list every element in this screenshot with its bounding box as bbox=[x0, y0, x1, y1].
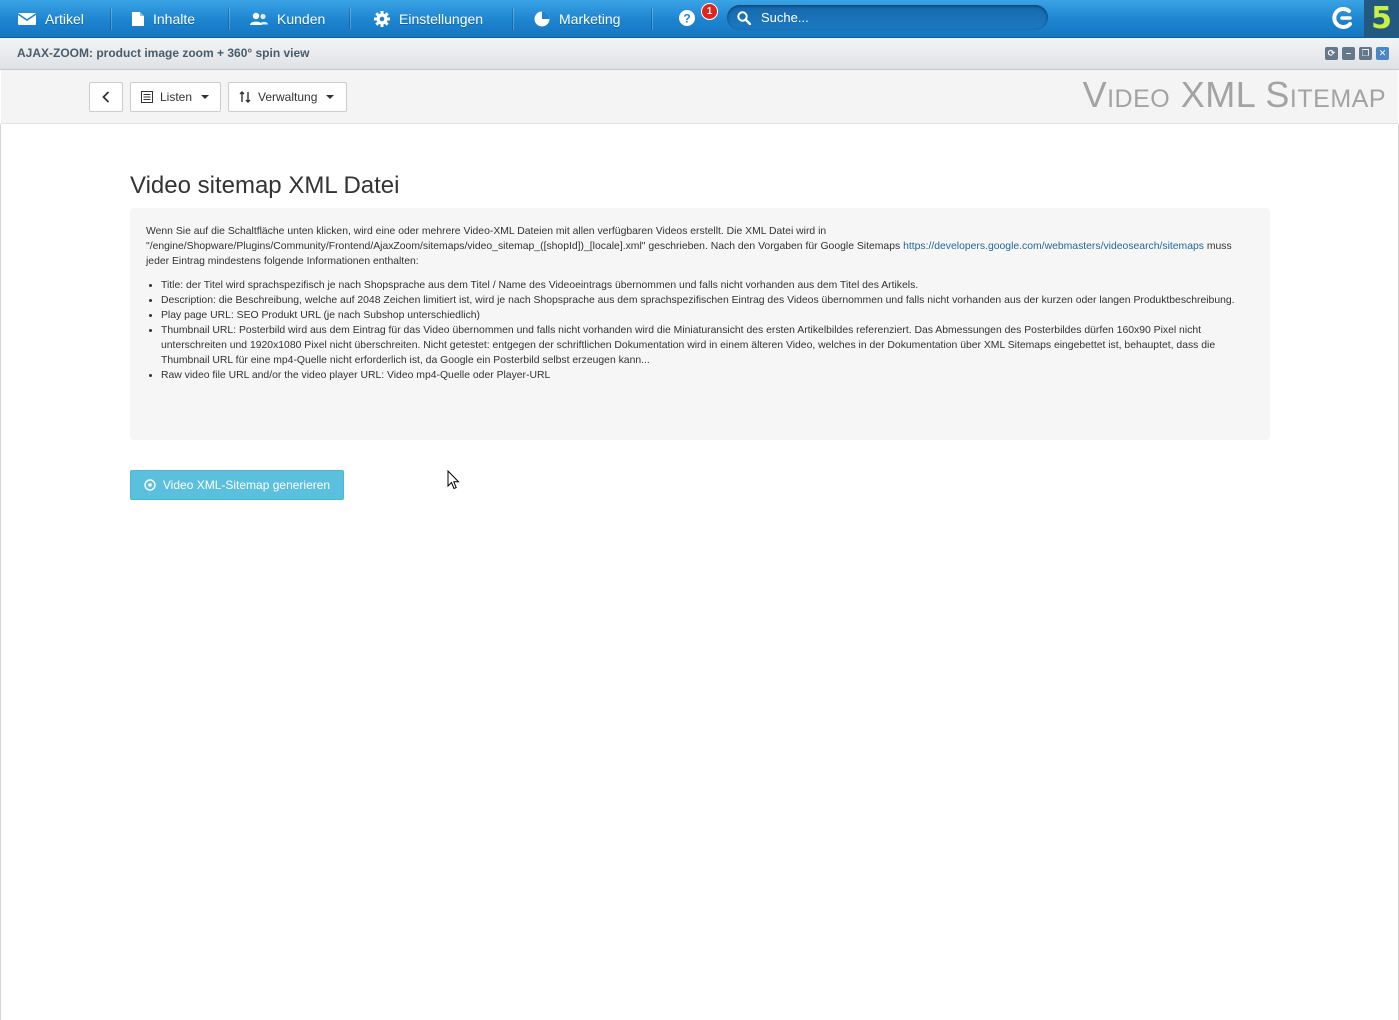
list-item: Thumbnail URL: Posterbild wird aus dem E… bbox=[161, 323, 1254, 368]
google-sitemaps-link[interactable]: https://developers.google.com/webmasters… bbox=[903, 241, 1204, 252]
nav-separator bbox=[228, 8, 229, 30]
generate-sitemap-button[interactable]: Video XML-Sitemap generieren bbox=[130, 470, 344, 500]
search-input[interactable] bbox=[759, 9, 1033, 26]
notification-badge[interactable]: 1 bbox=[701, 3, 718, 20]
nav-item-kunden[interactable]: Kunden bbox=[249, 0, 325, 37]
caret-down-icon bbox=[326, 95, 335, 99]
section-title: Video sitemap XML Datei bbox=[130, 172, 400, 199]
back-button[interactable] bbox=[89, 82, 123, 112]
users-icon bbox=[250, 12, 268, 25]
nav-item-label: Artikel bbox=[45, 10, 84, 27]
nav-item-einstellungen[interactable]: Einstellungen bbox=[373, 0, 483, 37]
management-label: Verwaltung bbox=[258, 90, 318, 104]
close-window-icon[interactable]: ✕ bbox=[1376, 47, 1389, 60]
requirements-list: Title: der Titel wird sprachspezifisch j… bbox=[146, 278, 1254, 383]
intro-paragraph: Wenn Sie auf die Schaltfläche unten klic… bbox=[146, 224, 1254, 269]
shopware-logo-icon bbox=[1332, 7, 1352, 29]
list-item: Raw video file URL and/or the video play… bbox=[161, 368, 1254, 383]
envelope-icon bbox=[17, 12, 37, 25]
caret-down-icon bbox=[201, 95, 210, 99]
nav-item-label: Marketing bbox=[559, 10, 621, 27]
svg-text:?: ? bbox=[683, 12, 690, 26]
nav-separator bbox=[651, 8, 652, 30]
help-icon[interactable]: ? bbox=[678, 9, 696, 27]
module-toolbar: Listen Verwaltung Video XML Sitemap bbox=[1, 70, 1398, 124]
info-panel: Wenn Sie auf die Schaltfläche unten klic… bbox=[130, 208, 1270, 440]
version-logo-icon: 5 bbox=[1364, 0, 1399, 37]
window-title-bar: AJAX-ZOOM: product image zoom + 360° spi… bbox=[0, 38, 1399, 70]
window-title: AJAX-ZOOM: product image zoom + 360° spi… bbox=[17, 46, 310, 60]
chevron-left-icon bbox=[102, 91, 110, 103]
nav-separator bbox=[512, 8, 513, 30]
nav-item-label: Inhalte bbox=[153, 10, 196, 27]
maximize-window-icon[interactable]: ❐ bbox=[1359, 47, 1372, 60]
pie-chart-icon bbox=[534, 11, 550, 26]
list-item: Title: der Titel wird sprachspezifisch j… bbox=[161, 278, 1254, 293]
lists-dropdown[interactable]: Listen bbox=[130, 82, 221, 112]
nav-item-marketing[interactable]: Marketing bbox=[533, 0, 620, 37]
sort-icon bbox=[239, 91, 251, 103]
nav-item-label: Kunden bbox=[277, 10, 326, 27]
document-icon bbox=[132, 11, 144, 26]
nav-separator bbox=[349, 8, 350, 30]
lists-label: Listen bbox=[160, 90, 193, 104]
nav-separator bbox=[110, 8, 111, 30]
list-item: Play page URL: SEO Produkt URL (je nach … bbox=[161, 308, 1254, 323]
minimize-window-icon[interactable]: – bbox=[1342, 47, 1355, 60]
nav-item-artikel[interactable]: Artikel bbox=[17, 0, 84, 37]
nav-item-inhalte[interactable]: Inhalte bbox=[131, 0, 195, 37]
list-icon bbox=[141, 91, 153, 103]
gear-icon bbox=[374, 10, 390, 27]
generate-sitemap-label: Video XML-Sitemap generieren bbox=[162, 478, 331, 492]
list-item: Description: die Beschreibung, welche au… bbox=[161, 293, 1254, 308]
top-navigation-bar: Artikel Inhalte Kunden Einstellungen Mar… bbox=[0, 0, 1399, 38]
management-dropdown[interactable]: Verwaltung bbox=[228, 82, 347, 112]
nav-item-label: Einstellungen bbox=[399, 10, 484, 27]
mouse-cursor-icon bbox=[447, 470, 460, 490]
page-heading: Video XML Sitemap bbox=[1082, 74, 1386, 115]
search-icon bbox=[737, 10, 751, 25]
refresh-window-icon[interactable]: ⟳ bbox=[1325, 47, 1338, 60]
search-box[interactable] bbox=[727, 5, 1048, 30]
play-circle-icon bbox=[144, 479, 156, 491]
intro-text: Wenn Sie auf die Schaltfläche unten klic… bbox=[146, 226, 904, 252]
